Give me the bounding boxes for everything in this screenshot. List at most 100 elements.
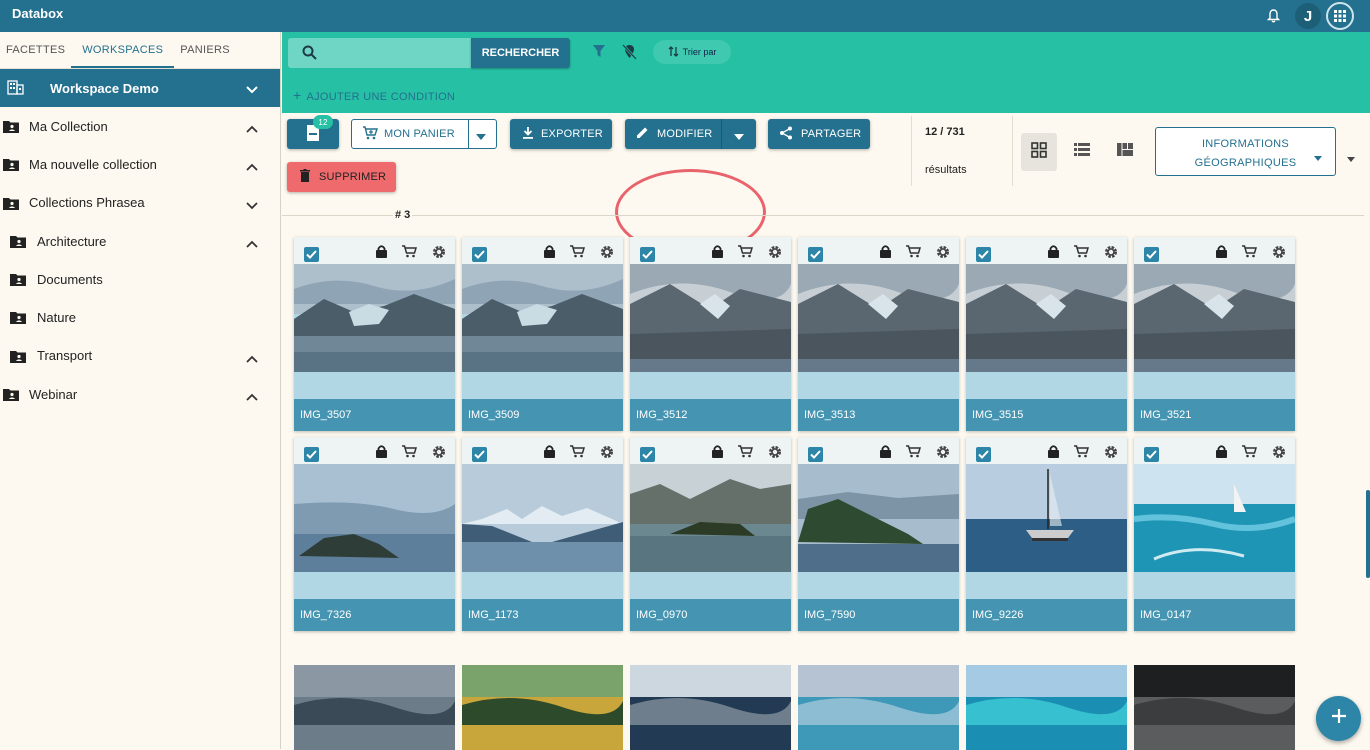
- asset-thumbnail[interactable]: [798, 665, 959, 750]
- checkbox-checked-icon[interactable]: [808, 447, 823, 462]
- asset-thumbnail[interactable]: [1134, 464, 1295, 572]
- cart-icon[interactable]: [570, 245, 586, 263]
- asset-title[interactable]: IMG_0147: [1134, 599, 1295, 631]
- workspace-header[interactable]: Workspace Demo: [0, 69, 280, 107]
- cart-icon[interactable]: [1074, 245, 1090, 263]
- asset-card[interactable]: IMG_9226: [966, 437, 1127, 631]
- asset-title[interactable]: IMG_3507: [294, 399, 455, 431]
- asset-card[interactable]: IMG_7590: [798, 437, 959, 631]
- lock-icon[interactable]: [1048, 245, 1059, 263]
- gear-icon[interactable]: [936, 245, 950, 264]
- tab-workspaces[interactable]: WORKSPACES: [71, 32, 175, 68]
- caret-down-icon[interactable]: [734, 131, 744, 143]
- checkbox-checked-icon[interactable]: [640, 447, 655, 462]
- lock-icon[interactable]: [1216, 245, 1227, 263]
- asset-title[interactable]: IMG_9226: [966, 599, 1127, 631]
- collection-item[interactable]: Ma Collection: [0, 107, 280, 145]
- asset-thumbnail[interactable]: [966, 464, 1127, 572]
- lock-icon[interactable]: [880, 245, 891, 263]
- lock-icon[interactable]: [1216, 445, 1227, 463]
- asset-thumbnail[interactable]: [798, 464, 959, 572]
- collection-item[interactable]: Documents: [0, 260, 280, 298]
- checkbox-checked-icon[interactable]: [976, 247, 991, 262]
- share-button[interactable]: PARTAGER: [768, 119, 870, 149]
- sort-button[interactable]: Trier par: [653, 40, 731, 64]
- tab-facettes[interactable]: FACETTES: [0, 32, 71, 68]
- checkbox-checked-icon[interactable]: [1144, 247, 1159, 262]
- apps-menu-button[interactable]: [1326, 0, 1354, 32]
- search-input[interactable]: [288, 38, 473, 68]
- collection-item[interactable]: Webinar: [0, 375, 280, 413]
- chevron-down-icon[interactable]: [246, 81, 258, 99]
- lock-icon[interactable]: [712, 245, 723, 263]
- lock-icon[interactable]: [1048, 445, 1059, 463]
- scrollbar-thumb[interactable]: [1366, 490, 1370, 578]
- add-condition-link[interactable]: + AJOUTER UNE CONDITION: [293, 87, 455, 103]
- asset-thumbnail[interactable]: [630, 464, 791, 572]
- checkbox-checked-icon[interactable]: [472, 247, 487, 262]
- chevron-up-icon[interactable]: [246, 121, 258, 136]
- cart-icon[interactable]: [738, 245, 754, 263]
- checkbox-checked-icon[interactable]: [640, 247, 655, 262]
- chevron-up-icon[interactable]: [246, 236, 258, 251]
- tab-paniers[interactable]: PANIERS: [174, 32, 236, 68]
- asset-title[interactable]: IMG_1173: [462, 599, 623, 631]
- app-title[interactable]: Databox: [12, 6, 63, 21]
- chevron-up-icon[interactable]: [246, 389, 258, 404]
- chevron-down-icon[interactable]: [246, 198, 258, 213]
- cart-icon[interactable]: [906, 445, 922, 463]
- modify-button[interactable]: MODIFIER: [625, 119, 756, 149]
- asset-thumbnail[interactable]: [630, 264, 791, 372]
- checkbox-checked-icon[interactable]: [304, 247, 319, 262]
- caret-down-icon[interactable]: [1347, 149, 1355, 167]
- user-avatar[interactable]: J: [1295, 0, 1321, 32]
- asset-thumbnail[interactable]: [630, 665, 791, 750]
- gear-icon[interactable]: [936, 445, 950, 464]
- asset-thumbnail[interactable]: [1134, 264, 1295, 372]
- selection-button[interactable]: 12: [287, 115, 339, 149]
- asset-card[interactable]: IMG_0970: [630, 437, 791, 631]
- collection-item[interactable]: Ma nouvelle collection: [0, 145, 280, 183]
- asset-title[interactable]: IMG_0970: [630, 599, 791, 631]
- lock-icon[interactable]: [376, 245, 387, 263]
- caret-down-icon[interactable]: [476, 131, 486, 143]
- asset-thumbnail[interactable]: [462, 264, 623, 372]
- gear-icon[interactable]: [1272, 445, 1286, 464]
- asset-card[interactable]: IMG_3515: [966, 237, 1127, 431]
- filter-icon[interactable]: [592, 44, 606, 63]
- checkbox-checked-icon[interactable]: [304, 447, 319, 462]
- cart-icon[interactable]: [1074, 445, 1090, 463]
- location-off-icon[interactable]: [622, 44, 637, 65]
- checkbox-checked-icon[interactable]: [472, 447, 487, 462]
- asset-card[interactable]: IMG_3521: [1134, 237, 1295, 431]
- my-basket-button[interactable]: MON PANIER: [351, 119, 497, 149]
- checkbox-checked-icon[interactable]: [808, 247, 823, 262]
- gear-icon[interactable]: [600, 245, 614, 264]
- grid-view-button[interactable]: [1021, 133, 1057, 171]
- export-button[interactable]: EXPORTER: [510, 119, 612, 149]
- asset-thumbnail[interactable]: [294, 264, 455, 372]
- gear-icon[interactable]: [1104, 445, 1118, 464]
- asset-thumbnail[interactable]: [294, 665, 455, 750]
- collection-item[interactable]: Architecture: [0, 222, 280, 260]
- asset-card[interactable]: IMG_3512: [630, 237, 791, 431]
- asset-card[interactable]: IMG_3513: [798, 237, 959, 431]
- checkbox-checked-icon[interactable]: [1144, 447, 1159, 462]
- asset-thumbnail[interactable]: [294, 464, 455, 572]
- asset-title[interactable]: IMG_3512: [630, 399, 791, 431]
- asset-thumbnail[interactable]: [1134, 665, 1295, 750]
- cart-icon[interactable]: [570, 445, 586, 463]
- asset-thumbnail[interactable]: [966, 665, 1127, 750]
- collection-item[interactable]: Nature: [0, 298, 280, 336]
- asset-thumbnail[interactable]: [462, 665, 623, 750]
- asset-title[interactable]: IMG_3521: [1134, 399, 1295, 431]
- gear-icon[interactable]: [768, 445, 782, 464]
- collection-item[interactable]: Transport: [0, 337, 280, 375]
- geographic-info-select[interactable]: INFORMATIONS GÉOGRAPHIQUES: [1155, 127, 1336, 176]
- cart-icon[interactable]: [1242, 445, 1258, 463]
- gear-icon[interactable]: [600, 445, 614, 464]
- asset-title[interactable]: IMG_7326: [294, 599, 455, 631]
- gear-icon[interactable]: [432, 445, 446, 464]
- gear-icon[interactable]: [1272, 245, 1286, 264]
- asset-card[interactable]: IMG_3509: [462, 237, 623, 431]
